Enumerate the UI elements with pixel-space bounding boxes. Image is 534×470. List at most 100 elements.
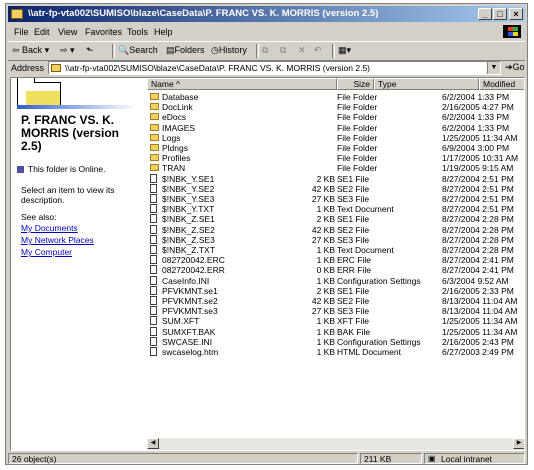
file-type: Text Document bbox=[337, 204, 394, 215]
views-icon[interactable]: ▦▾ bbox=[338, 45, 351, 56]
list-item[interactable]: $!NBK_Z.SE1 2 KB SE1 File 8/27/2004 2:28 PM bbox=[147, 214, 524, 224]
online-icon bbox=[17, 166, 24, 174]
minimize-button[interactable]: _ bbox=[478, 8, 492, 20]
file-type: SE1 File bbox=[337, 173, 370, 184]
column-header-modified[interactable]: Modified bbox=[479, 78, 524, 90]
file-icon bbox=[150, 296, 157, 305]
file-name: Pldngs bbox=[162, 143, 188, 153]
list-item[interactable]: PFVKMNT.se1 2 KB SE1 File 2/16/2005 2:33 PM bbox=[147, 285, 524, 296]
file-modified: 8/27/2004 2:51 PM bbox=[442, 173, 514, 184]
link-my-network-places[interactable]: My Network Places bbox=[21, 235, 94, 245]
list-item[interactable]: PFVKMNT.se3 27 KB SE3 File 8/13/2004 11:04 … bbox=[147, 306, 524, 317]
list-item[interactable]: CaseInfo.INI 1 KB Configuration Settings 6/… bbox=[147, 275, 524, 286]
list-item[interactable]: $!NBK_Y.TXT 1 KB Text Document 8/27/2004 2:… bbox=[147, 204, 524, 215]
menu-bar: File Edit View Favorites Tools Help bbox=[8, 24, 525, 40]
undo-icon[interactable]: ↶ bbox=[314, 45, 322, 56]
column-header-type[interactable]: Type bbox=[374, 78, 479, 90]
close-button[interactable]: × bbox=[509, 8, 523, 20]
file-name: SUM.XFT bbox=[162, 316, 200, 327]
list-item[interactable]: SUM.XFT 1 KB XFT File 1/25/2005 11:34 AM bbox=[147, 316, 524, 327]
file-modified: 1/25/2005 11:34 AM bbox=[442, 326, 518, 337]
menu-view[interactable]: View bbox=[58, 27, 77, 37]
list-item[interactable]: 082720042.ERR 0 KB ERR File 8/27/2004 2:41 … bbox=[147, 265, 524, 276]
file-type: SE2 File bbox=[337, 296, 370, 306]
list-item[interactable]: $!NBK_Y.SE2 42 KB SE2 File 8/27/2004 2:51 P… bbox=[147, 183, 524, 194]
list-item[interactable]: Database File Folder 6/2/2004 1:33 PM bbox=[147, 92, 524, 102]
toolbar-separator bbox=[112, 44, 115, 58]
link-my-documents[interactable]: My Documents bbox=[21, 223, 78, 233]
list-item[interactable]: IMAGES File Folder 6/2/2004 1:33 PM bbox=[147, 123, 524, 133]
list-item[interactable]: SWCASE.INI 1 KB Configuration Settings 2/16… bbox=[147, 336, 524, 347]
list-item[interactable]: Pldngs File Folder 6/9/2004 3:00 PM bbox=[147, 143, 524, 153]
list-item[interactable]: $!NBK_Z.TXT 1 KB Text Document 8/27/2004 2:… bbox=[147, 245, 524, 255]
file-modified: 2/16/2005 4:27 PM bbox=[442, 102, 514, 113]
search-button[interactable]: 🔍Search bbox=[118, 45, 158, 56]
file-type: SE1 File bbox=[337, 285, 370, 296]
address-bar: Address \\atr-fp-vta002\SUMISO\blaze\Cas… bbox=[8, 60, 525, 76]
file-type: BAK File bbox=[337, 326, 371, 337]
forward-button[interactable]: ⇨ ▾ bbox=[60, 45, 75, 56]
list-item[interactable]: Profiles File Folder 1/17/2005 10:31 AM bbox=[147, 153, 524, 164]
list-item[interactable]: DocLink File Folder 2/16/2005 4:27 PM bbox=[147, 102, 524, 113]
menu-favorites[interactable]: Favorites bbox=[85, 27, 122, 37]
chevron-down-icon[interactable]: ▼ bbox=[487, 62, 500, 74]
scroll-left-icon[interactable]: ◀ bbox=[147, 438, 159, 449]
address-input[interactable]: \\atr-fp-vta002\SUMISO\blaze\CaseData\P.… bbox=[48, 61, 501, 75]
intranet-icon: ▣ bbox=[428, 454, 436, 463]
horizontal-scrollbar[interactable]: ◀ ▶ bbox=[147, 437, 524, 450]
copy-to-icon[interactable]: ⧉ bbox=[280, 45, 286, 56]
list-item[interactable]: $!NBK_Z.SE2 42 KB SE2 File 8/27/2004 2:28 P… bbox=[147, 224, 524, 235]
column-header-name[interactable]: Name ^ bbox=[147, 78, 337, 90]
maximize-button[interactable]: □ bbox=[493, 8, 507, 20]
online-status: This folder is Online. bbox=[17, 164, 105, 174]
file-name: $!NBK_Z.SE2 bbox=[162, 224, 215, 235]
column-header-size[interactable]: Size bbox=[337, 78, 374, 90]
menu-edit[interactable]: Edit bbox=[34, 27, 50, 37]
file-name: PFVKMNT.se3 bbox=[162, 306, 218, 317]
file-name: SUMXFT.BAK bbox=[162, 326, 216, 337]
file-type: SE3 File bbox=[337, 194, 370, 204]
file-type: Text Document bbox=[337, 245, 394, 255]
list-item[interactable]: Logs File Folder 1/25/2005 11:34 AM bbox=[147, 132, 524, 143]
scroll-right-icon[interactable]: ▶ bbox=[513, 438, 524, 449]
file-name: $!NBK_Y.SE3 bbox=[162, 194, 215, 204]
file-icon bbox=[150, 347, 157, 356]
move-to-icon[interactable]: ⧉ bbox=[262, 45, 268, 56]
list-item[interactable]: PFVKMNT.se2 42 KB SE2 File 8/13/2004 11:04 … bbox=[147, 296, 524, 306]
list-item[interactable]: $!NBK_Y.SE3 27 KB SE3 File 8/27/2004 2:51 P… bbox=[147, 194, 524, 204]
file-icon bbox=[150, 336, 157, 346]
delete-icon[interactable]: ✕ bbox=[298, 45, 306, 56]
list-item[interactable]: SUMXFT.BAK 1 KB BAK File 1/25/2005 11:34 AM bbox=[147, 326, 524, 337]
file-name: 082720042.ERR bbox=[162, 265, 225, 276]
back-button[interactable]: ⇦ Back ▾ bbox=[12, 45, 49, 56]
file-icon bbox=[150, 255, 157, 265]
list-item[interactable]: $!NBK_Z.SE3 27 KB SE3 File 8/27/2004 2:28 P… bbox=[147, 234, 524, 245]
file-modified: 8/27/2004 2:51 PM bbox=[442, 204, 514, 215]
title-bar[interactable]: \\atr-fp-vta002\SUMISO\blaze\CaseData\P.… bbox=[8, 6, 525, 22]
list-item[interactable]: 082720042.ERC 1 KB ERC File 8/27/2004 2:41 … bbox=[147, 255, 524, 265]
folder-icon bbox=[51, 64, 61, 72]
history-button[interactable]: ◷History bbox=[211, 45, 247, 56]
toolbar-separator bbox=[332, 44, 335, 58]
folders-button[interactable]: ▤Folders bbox=[166, 45, 205, 56]
list-item[interactable]: TRAN File Folder 1/19/2005 9:15 AM bbox=[147, 163, 524, 174]
go-button[interactable]: ➔Go bbox=[505, 62, 525, 73]
list-item[interactable]: swcaselog.htm 1 KB HTML Document 6/27/2003 … bbox=[147, 347, 524, 357]
file-modified: 1/25/2005 11:34 AM bbox=[442, 132, 518, 143]
link-my-computer[interactable]: My Computer bbox=[21, 247, 72, 257]
menu-tools[interactable]: Tools bbox=[127, 27, 148, 37]
file-name: Profiles bbox=[162, 153, 191, 164]
up-folder-icon[interactable]: ⬑ bbox=[86, 45, 94, 56]
file-icon bbox=[150, 204, 157, 214]
go-arrow-icon: ➔ bbox=[505, 62, 513, 72]
file-modified: 2/16/2005 2:43 PM bbox=[442, 336, 514, 347]
list-item[interactable]: eDocs File Folder 6/2/2004 1:33 PM bbox=[147, 112, 524, 122]
menu-help[interactable]: Help bbox=[154, 27, 173, 37]
folder-icon bbox=[150, 93, 159, 100]
file-name: TRAN bbox=[162, 163, 186, 174]
file-icon bbox=[150, 194, 157, 203]
file-name: PFVKMNT.se1 bbox=[162, 285, 218, 296]
menu-file[interactable]: File bbox=[14, 27, 29, 37]
folder-icon bbox=[150, 123, 159, 131]
list-item[interactable]: $!NBK_Y.SE1 2 KB SE1 File 8/27/2004 2:51 PM bbox=[147, 173, 524, 184]
